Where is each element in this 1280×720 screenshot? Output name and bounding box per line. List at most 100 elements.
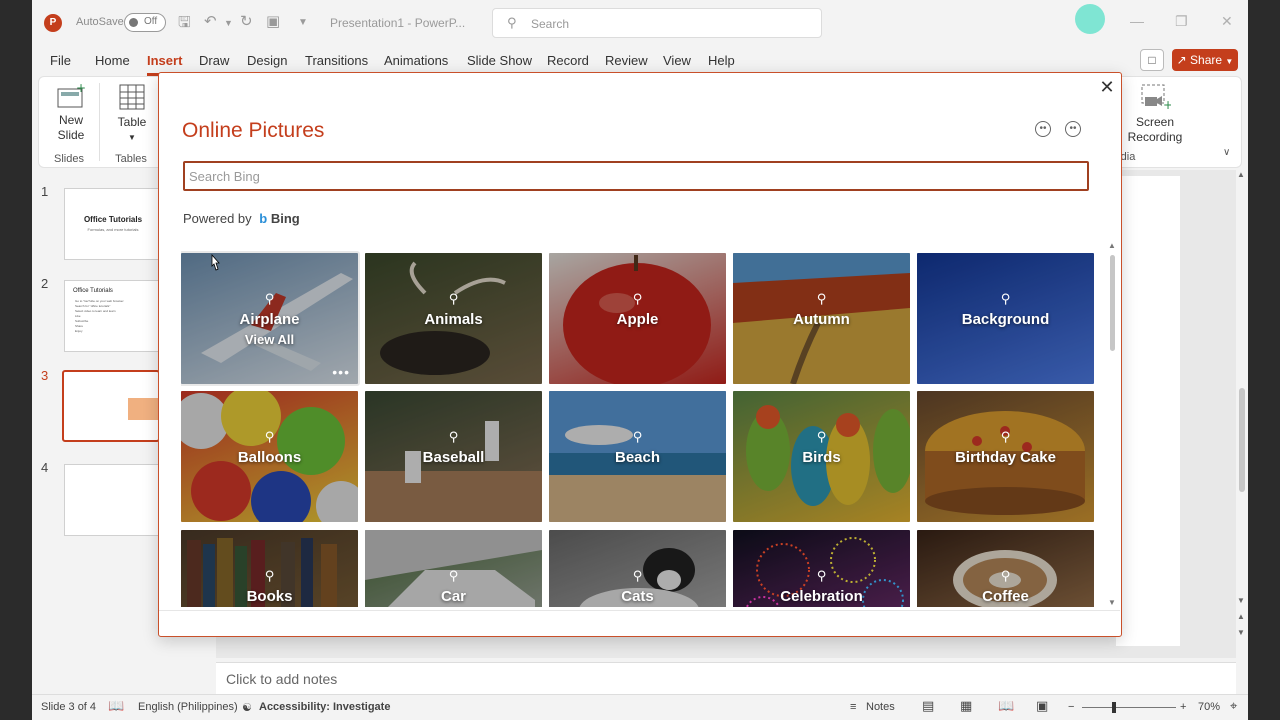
category-tile-animals[interactable]: ⚲ Animals <box>365 253 542 384</box>
zoom-in-icon[interactable]: + <box>1180 701 1186 713</box>
tab-draw[interactable]: Draw <box>199 53 229 68</box>
autosave-label: AutoSave <box>76 16 124 28</box>
notes-toggle[interactable]: Notes <box>866 701 895 713</box>
category-tile-celebration[interactable]: ⚲ Celebration <box>733 530 910 607</box>
share-button[interactable]: ↗ Share ▼ <box>1172 49 1238 71</box>
scroll-up-icon[interactable]: ▲ <box>1108 241 1116 250</box>
screen-recording-button[interactable]: + Screen Recording <box>1125 83 1185 145</box>
category-tile-birthday-cake[interactable]: ⚲ Birthday Cake <box>917 391 1094 522</box>
search-icon: ⚲ <box>448 429 459 444</box>
new-slide-button[interactable]: + New Slide <box>47 81 95 143</box>
comments-icon[interactable]: □ <box>1140 49 1164 71</box>
slide-thumbnail-3[interactable] <box>62 370 160 442</box>
left-window-edge <box>0 0 32 720</box>
zoom-slider-handle[interactable] <box>1112 702 1116 713</box>
scroll-down-icon[interactable]: ▼ <box>1108 598 1116 607</box>
slideshow-view-icon[interactable]: ▣ <box>1036 698 1048 714</box>
close-window-icon[interactable]: ✕ <box>1221 13 1233 30</box>
category-label: Coffee <box>982 588 1029 605</box>
category-label: Airplane <box>239 311 300 328</box>
scroll-thumb[interactable] <box>1110 255 1115 351</box>
notes-placeholder: Click to add notes <box>226 671 338 687</box>
slide-sorter-icon[interactable]: ▦ <box>960 698 972 714</box>
canvas-scrollbar[interactable]: ▲ ▼ ▲ ▼ <box>1236 170 1248 690</box>
autosave-toggle[interactable]: Off <box>124 13 166 32</box>
more-options-icon[interactable]: ••• <box>332 364 350 380</box>
notes-pane[interactable]: Click to add notes <box>216 662 1236 694</box>
scroll-down-icon[interactable]: ▼ <box>1237 596 1245 605</box>
customize-qat-icon[interactable]: ▼ <box>298 17 308 28</box>
slide-thumbnail-1[interactable]: Office Tutorials Formulas, and more tuto… <box>64 188 162 260</box>
tab-slide-show[interactable]: Slide Show <box>467 53 532 68</box>
category-tile-background[interactable]: ⚲ Background <box>917 253 1094 384</box>
minimize-icon[interactable]: — <box>1130 13 1144 29</box>
search-icon: ⚲ <box>507 15 517 30</box>
category-tile-autumn[interactable]: ⚲ Autumn <box>733 253 910 384</box>
reading-view-icon[interactable]: 📖 <box>998 698 1014 714</box>
scroll-up-icon[interactable]: ▲ <box>1237 170 1245 179</box>
undo-dropdown-icon[interactable]: ▼ <box>224 18 233 28</box>
close-icon[interactable]: ✕ <box>1097 77 1117 98</box>
powered-by-bing: Powered by b Bing <box>183 211 300 226</box>
title-bar: P AutoSave Off 🖫 ↶ ▼ ↻ ▣ ▼ Presentation1… <box>32 0 1248 46</box>
fit-to-window-icon[interactable]: ⌖ <box>1230 698 1237 714</box>
category-tile-books[interactable]: ⚲ Books <box>181 530 358 607</box>
view-all-link[interactable]: View All <box>181 332 358 347</box>
new-slide-label: New Slide <box>57 113 85 142</box>
zoom-out-icon[interactable]: − <box>1068 701 1074 713</box>
category-tile-airplane[interactable]: ⚲ Airplane View All ••• <box>181 251 360 386</box>
status-bar: Slide 3 of 4 📖 English (Philippines) ☯ A… <box>32 694 1248 720</box>
right-window-edge <box>1248 0 1280 720</box>
online-pictures-dialog: ✕ Online Pictures •• •• Powered by b Bin… <box>158 72 1122 637</box>
normal-view-icon[interactable]: ▤ <box>922 698 934 714</box>
toggle-knob <box>129 18 138 27</box>
maximize-icon[interactable]: ❐ <box>1175 13 1188 30</box>
category-tile-birds[interactable]: ⚲ Birds <box>733 391 910 522</box>
undo-icon[interactable]: ↶ <box>204 12 217 30</box>
tab-help[interactable]: Help <box>708 53 735 68</box>
redo-icon[interactable]: ↻ <box>240 12 253 30</box>
tab-insert[interactable]: Insert <box>147 53 183 76</box>
zoom-slider-track[interactable] <box>1082 707 1176 708</box>
category-label: Celebration <box>780 588 863 605</box>
bing-search-input[interactable] <box>189 167 1069 185</box>
tab-file[interactable]: File <box>50 53 71 68</box>
slide-counter: Slide 3 of 4 <box>41 701 97 713</box>
bing-search-box[interactable] <box>183 161 1089 191</box>
category-tile-baseball[interactable]: ⚲ Baseball <box>365 391 542 522</box>
title-search-box[interactable]: ⚲ Search <box>492 8 822 38</box>
tab-transitions[interactable]: Transitions <box>305 53 368 68</box>
present-icon[interactable]: ▣ <box>266 12 280 30</box>
category-tile-car[interactable]: ⚲ Car <box>365 530 542 607</box>
zoom-level[interactable]: 70% <box>1198 701 1220 713</box>
category-tile-balloons[interactable]: ⚲ Balloons <box>181 391 358 522</box>
tab-design[interactable]: Design <box>247 53 287 68</box>
tab-record[interactable]: Record <box>547 53 589 68</box>
tab-home[interactable]: Home <box>95 53 130 68</box>
category-label: Books <box>246 588 293 605</box>
save-icon[interactable]: 🖫 <box>178 12 191 37</box>
language-status[interactable]: English (Philippines) <box>138 701 238 713</box>
category-tile-apple[interactable]: ⚲ Apple <box>549 253 726 384</box>
category-tile-coffee[interactable]: ⚲ Coffee <box>917 530 1094 607</box>
next-slide-icon[interactable]: ▼ <box>1237 628 1245 637</box>
tab-review[interactable]: Review <box>605 53 648 68</box>
slide-thumbnail-4[interactable] <box>64 464 162 536</box>
accessibility-icon: ☯ <box>242 702 252 714</box>
slide-thumbnail-2[interactable]: Office Tutorials Go to YouTube on your w… <box>64 280 162 352</box>
category-tile-cats[interactable]: ⚲ Cats <box>549 530 726 607</box>
dialog-scrollbar[interactable]: ▲ ▼ <box>1108 241 1118 607</box>
accessibility-status[interactable]: Accessibility: Investigate <box>259 701 390 713</box>
table-button[interactable]: Table ▼ <box>109 83 155 145</box>
frown-feedback-icon[interactable]: •• <box>1065 121 1081 137</box>
search-icon: ⚲ <box>632 568 643 583</box>
category-tile-beach[interactable]: ⚲ Beach <box>549 391 726 522</box>
spelling-icon[interactable]: 📖 <box>108 698 124 714</box>
user-avatar[interactable] <box>1075 4 1105 34</box>
previous-slide-icon[interactable]: ▲ <box>1237 612 1245 621</box>
smile-feedback-icon[interactable]: •• <box>1035 121 1051 137</box>
tab-animations[interactable]: Animations <box>384 53 448 68</box>
tab-view[interactable]: View <box>663 53 691 68</box>
collapse-ribbon-icon[interactable]: ∨ <box>1223 147 1230 158</box>
scroll-thumb[interactable] <box>1239 388 1245 492</box>
